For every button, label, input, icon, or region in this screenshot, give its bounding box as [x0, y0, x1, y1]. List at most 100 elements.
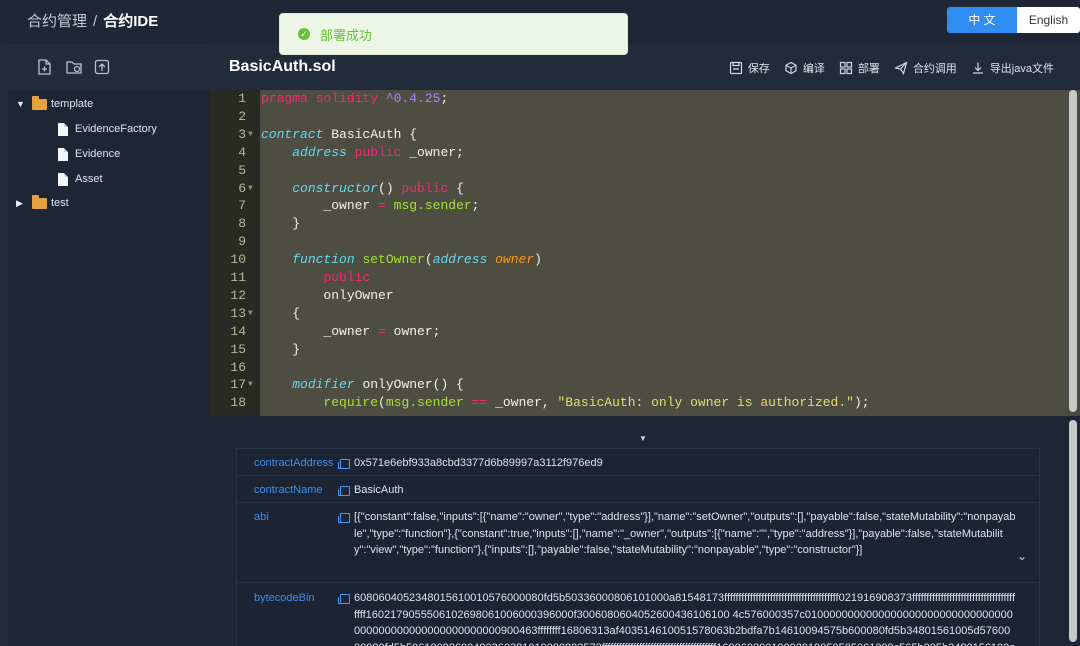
code-token: = — [378, 323, 386, 339]
code-token: public — [323, 270, 371, 285]
tree-file-label: Asset — [75, 173, 103, 185]
tree-folder-test[interactable]: ▶ test — [16, 193, 69, 213]
success-toast: ✓ 部署成功 — [279, 13, 628, 55]
editor-actions: 保存 编译 部署 合约调用 导出java文件 — [715, 60, 1054, 76]
deploy-button[interactable]: 部署 — [839, 60, 880, 76]
export-java-button[interactable]: 导出java文件 — [971, 60, 1054, 76]
code-text: } — [261, 341, 300, 359]
code-text: address public _owner; — [261, 144, 464, 162]
code-token: owner — [495, 252, 535, 268]
table-row: bytecodeBin 6080604052348015610010576000… — [237, 583, 1041, 646]
chevron-down-icon[interactable]: ⌄ — [1017, 549, 1027, 563]
fold-icon[interactable]: ▼ — [248, 376, 253, 394]
code-token: } — [261, 216, 301, 232]
code-line: 10 function setOwner(address owner) — [210, 251, 1070, 269]
line-number: 5 — [238, 162, 246, 178]
copy-icon[interactable] — [338, 513, 350, 523]
new-file-icon[interactable] — [35, 58, 53, 76]
code-editor[interactable]: 1 pragma solidity ^0.4.25; 2 3 ▼ contract Bas… — [210, 90, 1080, 416]
bytecode-bin-label: bytecodeBin — [254, 592, 315, 604]
folder-icon — [32, 95, 47, 110]
line-number: 15 — [230, 341, 246, 357]
fold-icon[interactable]: ▼ — [248, 126, 253, 144]
code-line: 4 address public _owner; — [210, 144, 1070, 162]
editor-scrollbar[interactable] — [1069, 90, 1077, 412]
contract-call-button[interactable]: 合约调用 — [893, 60, 957, 76]
code-line: 6 ▼ constructor() public { — [210, 180, 1070, 198]
code-line: 12 onlyOwner — [210, 287, 1070, 305]
code-text: _owner = owner; — [261, 323, 440, 341]
fold-icon[interactable]: ▼ — [248, 180, 253, 198]
code-text: onlyOwner — [261, 287, 394, 305]
line-number: 9 — [238, 234, 246, 250]
line-number: 1 — [238, 91, 246, 106]
download-icon — [971, 61, 985, 75]
tree-file-label: EvidenceFactory — [75, 123, 157, 135]
line-number: 2 — [238, 108, 246, 124]
code-token: ; — [440, 91, 449, 106]
code-text: public — [261, 269, 370, 287]
code-token: ( — [424, 252, 433, 268]
code-token: _owner; — [401, 144, 464, 160]
code-token: contract — [261, 126, 332, 142]
deploy-icon — [839, 61, 853, 75]
code-token: address — [292, 144, 347, 160]
file-icon — [58, 122, 68, 136]
caret-down-icon[interactable]: ▼ — [639, 434, 647, 443]
upload-icon[interactable] — [93, 58, 111, 76]
code-token: onlyOwner() { — [354, 377, 464, 393]
lang-english-button[interactable]: English — [1017, 7, 1080, 33]
code-token: ^0.4.25 — [385, 91, 441, 106]
contract-name-label: contractName — [254, 484, 323, 496]
code-text: contract BasicAuth { — [261, 126, 417, 144]
result-scrollbar[interactable] — [1069, 420, 1077, 642]
tree-file-evidence[interactable]: Evidence — [58, 144, 120, 164]
line-number: 10 — [230, 252, 246, 268]
code-text: } — [261, 215, 300, 233]
code-text: pragma solidity ^0.4.25; — [261, 90, 448, 108]
contract-address-value: 0x571e6ebf933a8cbd3377d6b89997a3112f976e… — [354, 457, 603, 469]
line-number: 17 — [230, 377, 246, 393]
tree-folder-template[interactable]: ▼ template — [16, 94, 93, 114]
abi-label: abi — [254, 511, 269, 523]
breadcrumb-root[interactable]: 合约管理 — [27, 13, 87, 30]
code-line: 1 pragma solidity ^0.4.25; — [210, 90, 1070, 108]
save-button[interactable]: 保存 — [729, 60, 770, 76]
sidebar-toolbar — [8, 44, 210, 90]
code-token: onlyOwner — [261, 287, 394, 303]
code-token: } — [261, 341, 301, 357]
copy-icon[interactable] — [338, 459, 350, 469]
code-token: () — [378, 180, 402, 196]
breadcrumb-separator: / — [93, 13, 98, 30]
copy-icon[interactable] — [338, 486, 350, 496]
abi-value: [{"constant":false,"inputs":[{"name":"ow… — [354, 511, 1016, 556]
code-line: 2 — [210, 108, 1070, 126]
new-folder-icon[interactable] — [65, 58, 83, 76]
line-number: 4 — [238, 144, 246, 160]
tree-file-asset[interactable]: Asset — [58, 169, 103, 189]
code-line: 18 require(msg.sender == _owner, "BasicA… — [210, 394, 1070, 412]
code-token: = — [378, 198, 386, 214]
line-number: 6 — [238, 180, 246, 196]
contract-address-label: contractAddress — [254, 457, 334, 469]
lang-chinese-button[interactable]: 中 文 — [947, 7, 1017, 33]
code-line: 7 _owner = msg.sender; — [210, 197, 1070, 215]
code-token: BasicAuth { — [331, 126, 418, 142]
code-token: owner; — [385, 323, 441, 339]
breadcrumb: 合约管理 / 合约IDE — [27, 10, 158, 31]
compile-button[interactable]: 编译 — [784, 60, 825, 76]
bytecode-bin-value: 6080604052348015610010576000080fd5b50336… — [354, 592, 1016, 646]
code-token: { — [261, 305, 301, 321]
fold-icon[interactable]: ▼ — [248, 305, 253, 323]
code-token: public — [401, 180, 449, 196]
tree-file-evidencefactory[interactable]: EvidenceFactory — [58, 119, 157, 139]
code-token: msg.sender — [393, 198, 472, 214]
code-text: _owner = msg.sender; — [261, 197, 479, 215]
copy-icon[interactable] — [338, 594, 350, 604]
line-number: 3 — [238, 126, 246, 142]
code-token: setOwner — [362, 252, 425, 268]
